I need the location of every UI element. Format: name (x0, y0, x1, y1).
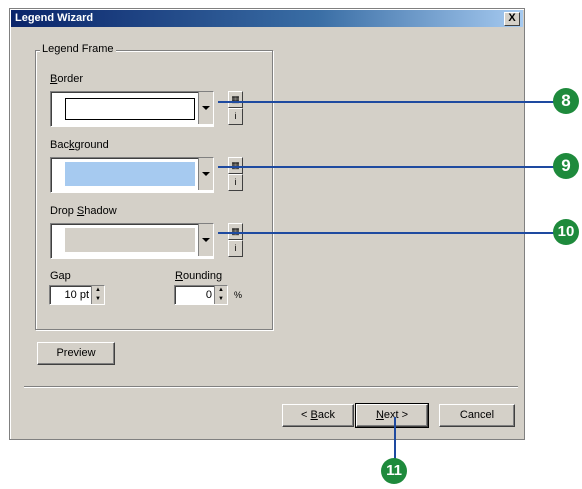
info-icon: i (234, 177, 237, 187)
rounding-unit: % (234, 290, 243, 300)
border-symbol-selector[interactable] (50, 91, 214, 127)
rounding-spinner[interactable]: 0 ▲ ▼ (174, 285, 228, 305)
spin-down-icon: ▼ (95, 296, 101, 302)
callout-badge-9: 9 (553, 153, 579, 179)
back-button[interactable]: < Back (282, 404, 354, 427)
border-dropdown-button[interactable] (198, 92, 213, 124)
chevron-down-icon (202, 106, 210, 110)
border-style-button[interactable]: ▦ (228, 91, 243, 108)
info-icon: i (234, 243, 237, 253)
legend-frame-label: Legend Frame (40, 43, 116, 55)
drop-shadow-label: Drop Shadow (50, 205, 117, 217)
title-bar: Legend Wizard X (11, 10, 523, 27)
gap-spin-arrows[interactable]: ▲ ▼ (91, 286, 104, 304)
spin-up-icon: ▲ (218, 287, 224, 293)
callout-badge-8: 8 (553, 88, 579, 114)
drop-shadow-symbol-selector[interactable] (50, 223, 214, 259)
background-dropdown-button[interactable] (198, 158, 213, 190)
background-preview-swatch (65, 162, 195, 186)
drop-shadow-preview-swatch (65, 228, 195, 252)
callout-line-10 (218, 232, 554, 234)
background-label: Background (50, 139, 109, 151)
grid-icon: ▦ (231, 226, 240, 236)
gap-label: Gap (50, 270, 71, 282)
border-properties-button[interactable]: i (228, 108, 243, 125)
footer-separator (24, 386, 518, 388)
cancel-button[interactable]: Cancel (439, 404, 515, 427)
info-icon: i (234, 111, 237, 121)
legend-wizard-window: Legend Wizard X Legend Frame Border ▦ i … (9, 8, 525, 440)
callout-line-11 (394, 417, 396, 461)
grid-icon: ▦ (231, 160, 240, 170)
window-title: Legend Wizard (15, 12, 94, 24)
gap-value: 10 pt (64, 289, 89, 301)
preview-button[interactable]: Preview (37, 342, 115, 365)
spin-up-icon: ▲ (95, 287, 101, 293)
border-label: Border (50, 73, 84, 85)
border-preview-swatch (65, 98, 195, 120)
rounding-spin-arrows[interactable]: ▲ ▼ (214, 286, 227, 304)
callout-line-8 (218, 101, 554, 103)
rounding-label: Rounding (175, 270, 223, 282)
next-button[interactable]: Next > (355, 403, 429, 428)
chevron-down-icon (202, 172, 210, 176)
gap-spinner[interactable]: 10 pt ▲ ▼ (49, 285, 105, 305)
callout-badge-10: 10 (553, 219, 579, 245)
callout-line-9 (218, 166, 554, 168)
close-button[interactable]: X (504, 12, 520, 26)
drop-shadow-properties-button[interactable]: i (228, 240, 243, 257)
spin-down-icon: ▼ (218, 296, 224, 302)
callout-badge-11: 11 (381, 458, 407, 484)
background-symbol-selector[interactable] (50, 157, 214, 193)
background-properties-button[interactable]: i (228, 174, 243, 191)
drop-shadow-dropdown-button[interactable] (198, 224, 213, 256)
chevron-down-icon (202, 238, 210, 242)
rounding-value: 0 (205, 289, 212, 301)
